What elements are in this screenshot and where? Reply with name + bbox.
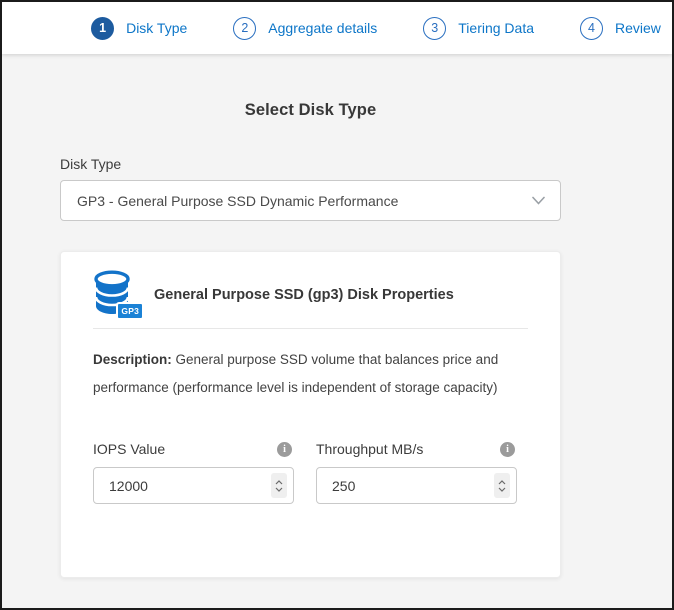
- iops-field: IOPS Value i: [93, 441, 294, 504]
- step-3-label: Tiering Data: [458, 20, 534, 36]
- step-2-label: Aggregate details: [268, 20, 377, 36]
- stepper-down-icon: [275, 487, 283, 492]
- gp3-badge: GP3: [116, 302, 144, 321]
- disk-type-selected-value: GP3 - General Purpose SSD Dynamic Perfor…: [77, 193, 398, 209]
- gp3-disk-icon: GP3: [93, 270, 137, 319]
- disk-properties-card: GP3 General Purpose SSD (gp3) Disk Prope…: [60, 251, 561, 578]
- throughput-input[interactable]: [319, 471, 459, 501]
- page-title: Select Disk Type: [60, 54, 561, 120]
- stepper-down-icon: [498, 487, 506, 492]
- throughput-stepper[interactable]: [494, 473, 510, 498]
- step-1-circle: 1: [91, 17, 114, 40]
- wizard-window: 1 Disk Type 2 Aggregate details 3 Tierin…: [0, 0, 674, 610]
- description-label: Description:: [93, 352, 172, 367]
- disk-type-select[interactable]: GP3 - General Purpose SSD Dynamic Perfor…: [60, 180, 561, 221]
- iops-info-icon[interactable]: i: [277, 442, 292, 457]
- disk-type-label: Disk Type: [60, 156, 561, 172]
- step-3-circle: 3: [423, 17, 446, 40]
- step-2-circle: 2: [233, 17, 256, 40]
- stepper-up-icon: [275, 480, 283, 485]
- step-4-circle: 4: [580, 17, 603, 40]
- step-disk-type[interactable]: 1 Disk Type: [91, 17, 187, 40]
- throughput-field: Throughput MB/s i: [316, 441, 517, 504]
- chevron-down-icon: [532, 196, 545, 205]
- step-review[interactable]: 4 Review: [580, 17, 661, 40]
- iops-label: IOPS Value: [93, 441, 165, 457]
- main-content: Select Disk Type Disk Type GP3 - General…: [60, 54, 561, 578]
- iops-input[interactable]: [96, 471, 236, 501]
- stepper-up-icon: [498, 480, 506, 485]
- throughput-info-icon[interactable]: i: [500, 442, 515, 457]
- step-4-label: Review: [615, 20, 661, 36]
- card-divider: [93, 328, 528, 329]
- card-header: GP3 General Purpose SSD (gp3) Disk Prope…: [93, 270, 528, 319]
- step-tiering-data[interactable]: 3 Tiering Data: [423, 17, 534, 40]
- disk-description: Description: General purpose SSD volume …: [93, 346, 528, 402]
- card-title: General Purpose SSD (gp3) Disk Propertie…: [154, 287, 454, 303]
- throughput-label: Throughput MB/s: [316, 441, 423, 457]
- throughput-input-box: [316, 467, 517, 504]
- iops-input-box: [93, 467, 294, 504]
- wizard-stepper: 1 Disk Type 2 Aggregate details 3 Tierin…: [2, 2, 672, 54]
- step-1-label: Disk Type: [126, 20, 187, 36]
- step-aggregate-details[interactable]: 2 Aggregate details: [233, 17, 377, 40]
- iops-stepper[interactable]: [271, 473, 287, 498]
- performance-fields: IOPS Value i: [93, 441, 528, 504]
